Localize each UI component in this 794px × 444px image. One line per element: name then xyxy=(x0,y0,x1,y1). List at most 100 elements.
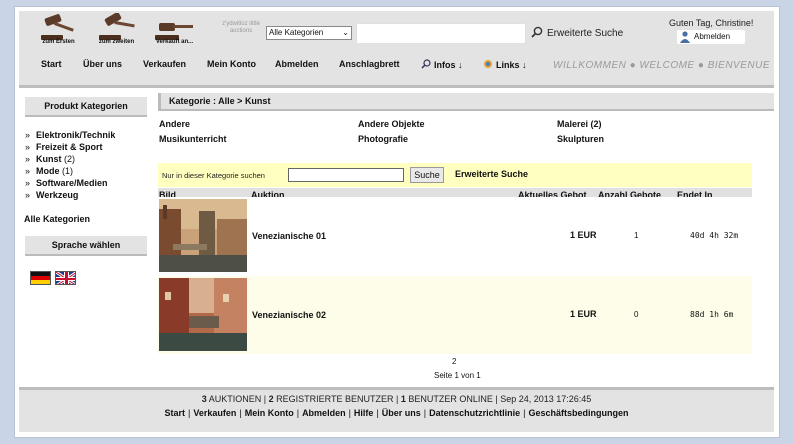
subcategory-label: Photografie xyxy=(358,134,409,144)
header: zum Ersten zum zweiten Verkauft an... z'… xyxy=(19,11,774,88)
subcategory-item[interactable]: Andere Objekte xyxy=(358,119,425,129)
subcategory-label: Skulpturen xyxy=(557,134,605,144)
category-list: » Elektronik/Technik » Freizeit & Sport » K… xyxy=(25,129,115,201)
users-label: REGISTRIERTE BENUTZER | xyxy=(276,394,399,404)
footer-link[interactable]: Geschäftsbedingungen xyxy=(529,408,629,418)
nav-about[interactable]: Über uns xyxy=(83,59,122,69)
footer-link[interactable]: Datenschutzrichtlinie xyxy=(429,408,520,418)
category-label: Kunst xyxy=(36,154,62,164)
breadcrumb: Kategorie : Alle > Kunst xyxy=(158,93,774,111)
nav-start[interactable]: Start xyxy=(41,59,62,69)
category-item[interactable]: » Software/Medien xyxy=(25,177,115,189)
footer-link[interactable]: Über uns xyxy=(382,408,421,418)
links-icon xyxy=(484,60,492,68)
gavel-icon: zum zweiten xyxy=(89,13,144,53)
category-item[interactable]: » Werkzeug xyxy=(25,189,115,201)
advanced-search-link[interactable]: Erweiterte Suche xyxy=(455,169,528,179)
nav-bulletin[interactable]: Anschlagbrett xyxy=(339,59,400,69)
auction-title[interactable]: Venezianische 02 xyxy=(252,310,326,320)
table-row[interactable]: Venezianische 01 1 EUR 1 40d 4h 32m xyxy=(158,197,752,275)
category-label: Software/Medien xyxy=(36,178,108,188)
subcategory-item[interactable]: Musikunterricht xyxy=(159,134,227,144)
subcategory-count: (2) xyxy=(590,119,602,129)
nav-account[interactable]: Mein Konto xyxy=(207,59,256,69)
search-icon xyxy=(421,59,431,69)
footer-link[interactable]: Verkaufen xyxy=(193,408,236,418)
online-label: BENUTZER ONLINE | Sep 24, 2013 17:26:45 xyxy=(408,394,592,404)
gavel-label: zum zweiten xyxy=(98,39,135,45)
footer-link[interactable]: Hilfe xyxy=(354,408,374,418)
tagline: z'ydwitloz little auctions xyxy=(222,21,260,34)
footer-link[interactable]: Mein Konto xyxy=(245,408,294,418)
bid-count: 0 xyxy=(634,310,639,319)
page-container: zum Ersten zum zweiten Verkauft an... z'… xyxy=(14,6,780,438)
category-item[interactable]: » Kunst (2) xyxy=(25,153,115,165)
nav-logout[interactable]: Abmelden xyxy=(275,59,319,69)
category-search-bar: Nur in dieser Kategorie suchen Suche Erw… xyxy=(158,163,752,187)
gavel-label: Verkauft an... xyxy=(155,39,194,45)
users-count: 2 xyxy=(268,394,274,404)
category-label: Mode xyxy=(36,166,60,176)
nav-sell[interactable]: Verkaufen xyxy=(143,59,186,69)
language-title: Sprache wählen xyxy=(25,236,147,256)
bid-currency: EUR xyxy=(577,230,597,240)
thumbnail-image[interactable] xyxy=(159,278,247,351)
subcategory-item[interactable]: Photografie xyxy=(358,134,408,144)
category-select-value: Alle Kategorien xyxy=(269,28,324,37)
auctions-label: AUKTIONEN | xyxy=(208,394,267,404)
logo[interactable]: zum Ersten zum zweiten Verkauft an... z'… xyxy=(31,13,261,53)
advanced-search-link[interactable]: Erweiterte Suche xyxy=(531,26,623,39)
time-remaining: 40d 4h 32m xyxy=(690,231,739,240)
category-item[interactable]: » Mode (1) xyxy=(25,165,115,177)
nav-infos-label: Infos ↓ xyxy=(434,60,463,70)
logout-button[interactable]: Abmelden xyxy=(677,30,745,44)
category-select[interactable]: Alle Kategorien ⌄ xyxy=(266,26,352,40)
auctions-count: 3 xyxy=(201,394,207,404)
search-icon xyxy=(531,26,543,38)
category-search-label: Nur in dieser Kategorie suchen xyxy=(162,171,265,180)
gavel-icon: Verkauft an... xyxy=(147,13,202,53)
thumbnail-image[interactable] xyxy=(159,199,247,272)
current-bid: 1 EUR xyxy=(570,230,597,240)
time-remaining: 88d 1h 6m xyxy=(690,310,734,319)
welcome-banner: WILLKOMMEN ● WELCOME ● BIENVENUE xyxy=(553,60,770,71)
footer-link[interactable]: Start xyxy=(164,408,185,418)
german-flag-icon[interactable] xyxy=(30,271,51,285)
page-info: Seite 1 von 1 xyxy=(434,371,481,380)
bid-count: 1 xyxy=(634,231,639,240)
category-count: (2) xyxy=(64,154,76,164)
table-row[interactable]: Venezianische 02 1 EUR 0 88d 1h 6m xyxy=(158,276,752,354)
auction-title[interactable]: Venezianische 01 xyxy=(252,231,326,241)
category-label: Werkzeug xyxy=(36,190,79,200)
category-item[interactable]: » Freizeit & Sport xyxy=(25,141,115,153)
search-input[interactable] xyxy=(356,23,526,44)
bid-currency: EUR xyxy=(577,309,597,319)
nav-links[interactable]: Links ↓ xyxy=(483,59,527,70)
advanced-search-label: Erweiterte Suche xyxy=(547,28,624,39)
subcategory-label: Musikunterricht xyxy=(159,134,227,144)
bid-value: 1 xyxy=(570,230,576,240)
search-button[interactable]: Suche xyxy=(410,167,444,183)
footer-link[interactable]: Abmelden xyxy=(302,408,346,418)
site-stats: 3 AUKTIONEN | 2 REGISTRIERTE BENUTZER | … xyxy=(19,394,774,404)
all-categories-link[interactable]: Alle Kategorien xyxy=(24,214,90,224)
footer-links: Start | Verkaufen | Mein Konto | Abmelden | Hilf… xyxy=(164,408,629,418)
logout-label: Abmelden xyxy=(694,32,731,41)
category-search-input[interactable] xyxy=(288,168,404,182)
gavel-label: zum Ersten xyxy=(42,39,75,45)
nav-infos[interactable]: Infos ↓ xyxy=(421,59,463,70)
subcategory-item[interactable]: Andere xyxy=(159,119,190,129)
uk-flag-icon[interactable] xyxy=(55,271,76,285)
gavel-icon: zum Ersten xyxy=(31,13,86,53)
bid-value: 1 xyxy=(570,309,576,319)
subcategory-label: Malerei xyxy=(557,119,589,129)
subcategory-item[interactable]: Malerei (2) xyxy=(557,119,602,129)
page-number[interactable]: 2 xyxy=(452,357,456,366)
subcategory-label: Andere xyxy=(159,119,191,129)
category-item[interactable]: » Elektronik/Technik xyxy=(25,129,115,141)
online-count: 1 xyxy=(400,394,406,404)
footer: 3 AUKTIONEN | 2 REGISTRIERTE BENUTZER | … xyxy=(19,387,774,432)
chevron-down-icon: ⌄ xyxy=(342,28,349,37)
subcategory-label: Andere Objekte xyxy=(358,119,425,129)
subcategory-item[interactable]: Skulpturen xyxy=(557,134,604,144)
